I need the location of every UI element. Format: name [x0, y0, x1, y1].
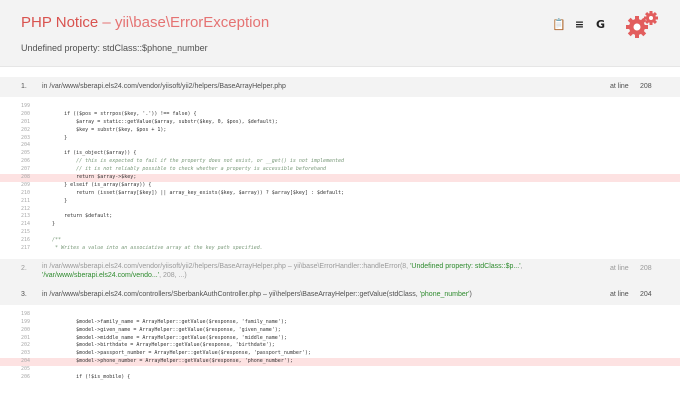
stack-frame-3-header[interactable]: 3. in /var/www/sberapi.els24.com/control…: [0, 284, 680, 305]
code-block-1: 199 200 if (($pos = strrpos($key, '.')) …: [0, 97, 680, 259]
code-line: 200 $model->given_name = ArrayHelper::ge…: [21, 326, 281, 333]
code-line: 212: [21, 205, 31, 212]
code-line: 205: [21, 366, 31, 373]
google-icon[interactable]: G: [594, 18, 607, 31]
code-line: 204: [21, 142, 31, 149]
code-line: 206 // this is expected to fail if the p…: [21, 158, 345, 165]
code-line: 210 return (isset($array[$key]) || array…: [21, 189, 345, 196]
code-line: 202 $model->birthdate = ArrayHelper::get…: [21, 342, 275, 349]
code-line-highlighted: 204 $model->phone_number = ArrayHelper::…: [0, 358, 680, 367]
code-line: 202 $key = substr($key, $pos + 1);: [21, 126, 167, 133]
gears-icon: [626, 11, 658, 38]
line-number: 208: [640, 264, 652, 272]
code-line: 206 if (!$is_mobile) {: [21, 374, 131, 381]
code-block-3: 198 199 $model->family_name = ArrayHelpe…: [0, 305, 680, 388]
stack-frame-2-header[interactable]: 2. in /var/www/sberapi.els24.com/vendor/…: [0, 258, 680, 285]
frame-number: 1.: [21, 83, 27, 90]
frame-number: 3.: [21, 290, 27, 298]
stackoverflow-icon[interactable]: ≡: [573, 18, 586, 31]
code-line: 205 if (is_object($array)) {: [21, 150, 137, 157]
line-number: 204: [640, 290, 652, 298]
line-number: 208: [640, 83, 652, 90]
code-line: 216 /**: [21, 237, 62, 244]
code-line: 200 if (($pos = strrpos($key, '.')) !== …: [21, 110, 197, 117]
error-type: PHP Notice: [21, 14, 99, 31]
at-line-label: at line: [610, 264, 629, 272]
frame-path: in /var/www/sberapi.els24.com/controller…: [42, 290, 472, 298]
error-class: – yii\base\ErrorException: [98, 14, 270, 31]
at-line-label: at line: [610, 290, 629, 298]
code-line: 198: [21, 310, 31, 317]
code-line-highlighted: 208 return $array->$key;: [0, 174, 680, 182]
toolbar: 📋 ≡ G: [552, 18, 607, 31]
error-message: Undefined property: stdClass::$phone_num…: [21, 43, 208, 53]
code-line: 199 $model->family_name = ArrayHelper::g…: [21, 318, 287, 325]
code-line: 213 return $default;: [21, 213, 113, 220]
code-line: 203 }: [21, 134, 68, 141]
code-line: 215: [21, 229, 31, 236]
frame-number: 2.: [21, 264, 27, 272]
code-line: 199: [21, 103, 31, 109]
error-header: PHP Notice – yii\base\ErrorException Und…: [0, 0, 680, 67]
stack-frame-1-header[interactable]: 1. in /var/www/sberapi.els24.com/vendor/…: [0, 77, 680, 97]
code-line: 209 } elseif (is_array($array)) {: [21, 181, 152, 188]
code-line: 207 // it is not reliably possible to ch…: [21, 166, 326, 173]
code-line: 201 $model->middle_name = ArrayHelper::g…: [21, 334, 287, 341]
code-line: 211 }: [21, 197, 68, 204]
code-line: 201 $array = static::getValue($array, su…: [21, 118, 278, 125]
frame-path: in /var/www/sberapi.els24.com/vendor/yii…: [42, 262, 523, 279]
at-line-label: at line: [610, 83, 629, 90]
code-line: 203 $model->passport_number = ArrayHelpe…: [21, 350, 311, 357]
copy-icon[interactable]: 📋: [552, 18, 566, 31]
code-line: 217 * Writes a value into an associative…: [21, 245, 263, 252]
frame-path: in /var/www/sberapi.els24.com/vendor/yii…: [42, 83, 286, 90]
code-line: 214 }: [21, 221, 56, 228]
page-title: PHP Notice – yii\base\ErrorException: [21, 14, 269, 31]
